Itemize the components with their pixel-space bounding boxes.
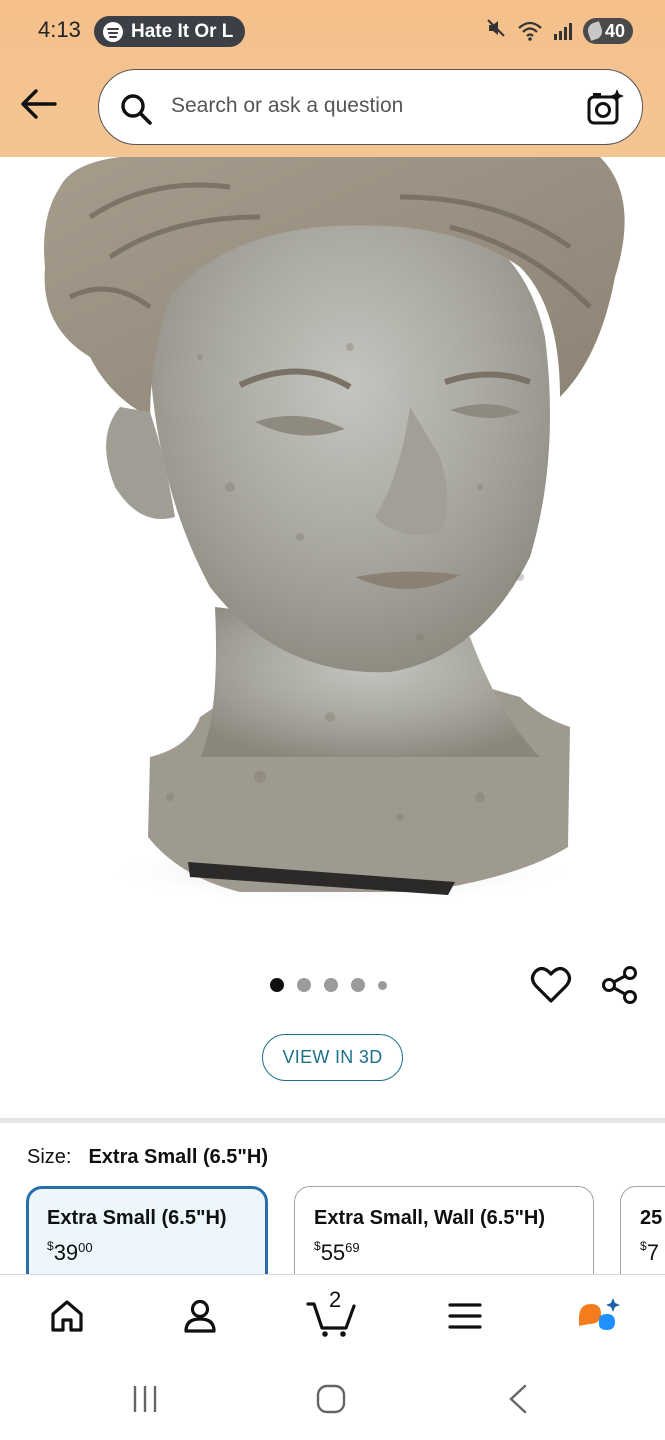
camera-search-icon[interactable] (586, 88, 626, 131)
cart-count-badge: 2 (329, 1287, 342, 1312)
size-option-extra-small[interactable]: Extra Small (6.5"H) $3900 (26, 1186, 268, 1274)
now-playing-text: Hate It Or L (131, 20, 234, 42)
product-image[interactable] (0, 157, 665, 947)
price-dollars: 7 (646, 1240, 659, 1265)
section-divider (0, 1118, 665, 1123)
spotify-icon (103, 21, 123, 42)
wishlist-button[interactable] (530, 965, 572, 1005)
nav-home[interactable] (42, 1293, 92, 1339)
price-dollars: 55 (320, 1240, 346, 1265)
size-option-name: Extra Small (6.5"H) (47, 1207, 227, 1229)
rufus-icon (579, 1298, 620, 1330)
back-button[interactable] (18, 86, 60, 122)
nav-account[interactable] (175, 1293, 225, 1339)
price-currency: $ (47, 1239, 54, 1253)
home-icon (51, 1300, 83, 1332)
price-dollars: 39 (53, 1240, 79, 1265)
mute-icon (485, 17, 507, 45)
size-option-extra-small-wall[interactable]: Extra Small, Wall (6.5"H) $5569 (294, 1186, 594, 1274)
carousel-dot[interactable] (351, 978, 365, 992)
search-bar[interactable] (98, 69, 643, 145)
carousel-dot[interactable] (297, 978, 311, 992)
price-cents: 69 (345, 1240, 360, 1255)
statue-head-image (44, 157, 625, 904)
size-options: Extra Small (6.5"H) $3900 Extra Small, W… (26, 1186, 665, 1274)
carousel-dot[interactable] (324, 978, 338, 992)
view-in-3d-button[interactable]: VIEW IN 3D (262, 1034, 403, 1081)
price-currency: $ (640, 1239, 647, 1253)
share-icon (602, 966, 637, 1004)
size-selector-header: Size: Extra Small (6.5"H) (27, 1146, 268, 1169)
share-button[interactable] (600, 965, 640, 1005)
size-option-name: Extra Small, Wall (6.5"H) (314, 1207, 546, 1229)
carousel-dot[interactable] (270, 978, 284, 992)
signal-icon (553, 21, 573, 41)
menu-icon (448, 1303, 482, 1329)
selected-size-value: Extra Small (6.5"H) (88, 1146, 269, 1168)
app-header: 4:13 Hate It Or L 40 (0, 0, 665, 157)
now-playing-pill[interactable]: Hate It Or L (94, 16, 245, 47)
nav-menu[interactable] (440, 1293, 490, 1339)
price-currency: $ (314, 1239, 321, 1253)
battery-indicator: 40 (583, 18, 633, 44)
size-option-partial[interactable]: 25 $7 (620, 1186, 665, 1274)
heart-icon (530, 967, 572, 1003)
carousel-dot[interactable] (378, 980, 387, 990)
search-icon (119, 92, 153, 131)
recent-apps-icon[interactable] (133, 1386, 157, 1412)
status-time: 4:13 (38, 17, 81, 42)
size-option-name: 25 (640, 1207, 663, 1229)
size-option-price: $7 (640, 1239, 665, 1266)
search-input[interactable] (171, 94, 561, 118)
size-label: Size: (27, 1146, 72, 1168)
status-bar: 4:13 Hate It Or L 40 (0, 0, 665, 62)
status-icons: 40 (485, 17, 633, 45)
price-cents: 00 (78, 1240, 93, 1255)
size-option-price: $5569 (314, 1239, 593, 1266)
back-system-icon[interactable] (509, 1384, 527, 1414)
battery-level: 40 (604, 20, 626, 41)
wifi-icon (517, 20, 543, 42)
nav-rufus-assistant[interactable] (574, 1293, 624, 1339)
image-carousel-dots[interactable] (270, 978, 387, 992)
home-system-icon[interactable] (316, 1384, 346, 1414)
back-arrow-icon (21, 89, 57, 119)
system-navigation-bar (0, 1354, 665, 1440)
bottom-navigation: 2 (0, 1274, 665, 1354)
size-option-price: $3900 (47, 1239, 265, 1266)
account-icon (184, 1299, 216, 1333)
power-saving-icon (585, 21, 605, 41)
nav-cart[interactable]: 2 (306, 1287, 358, 1339)
